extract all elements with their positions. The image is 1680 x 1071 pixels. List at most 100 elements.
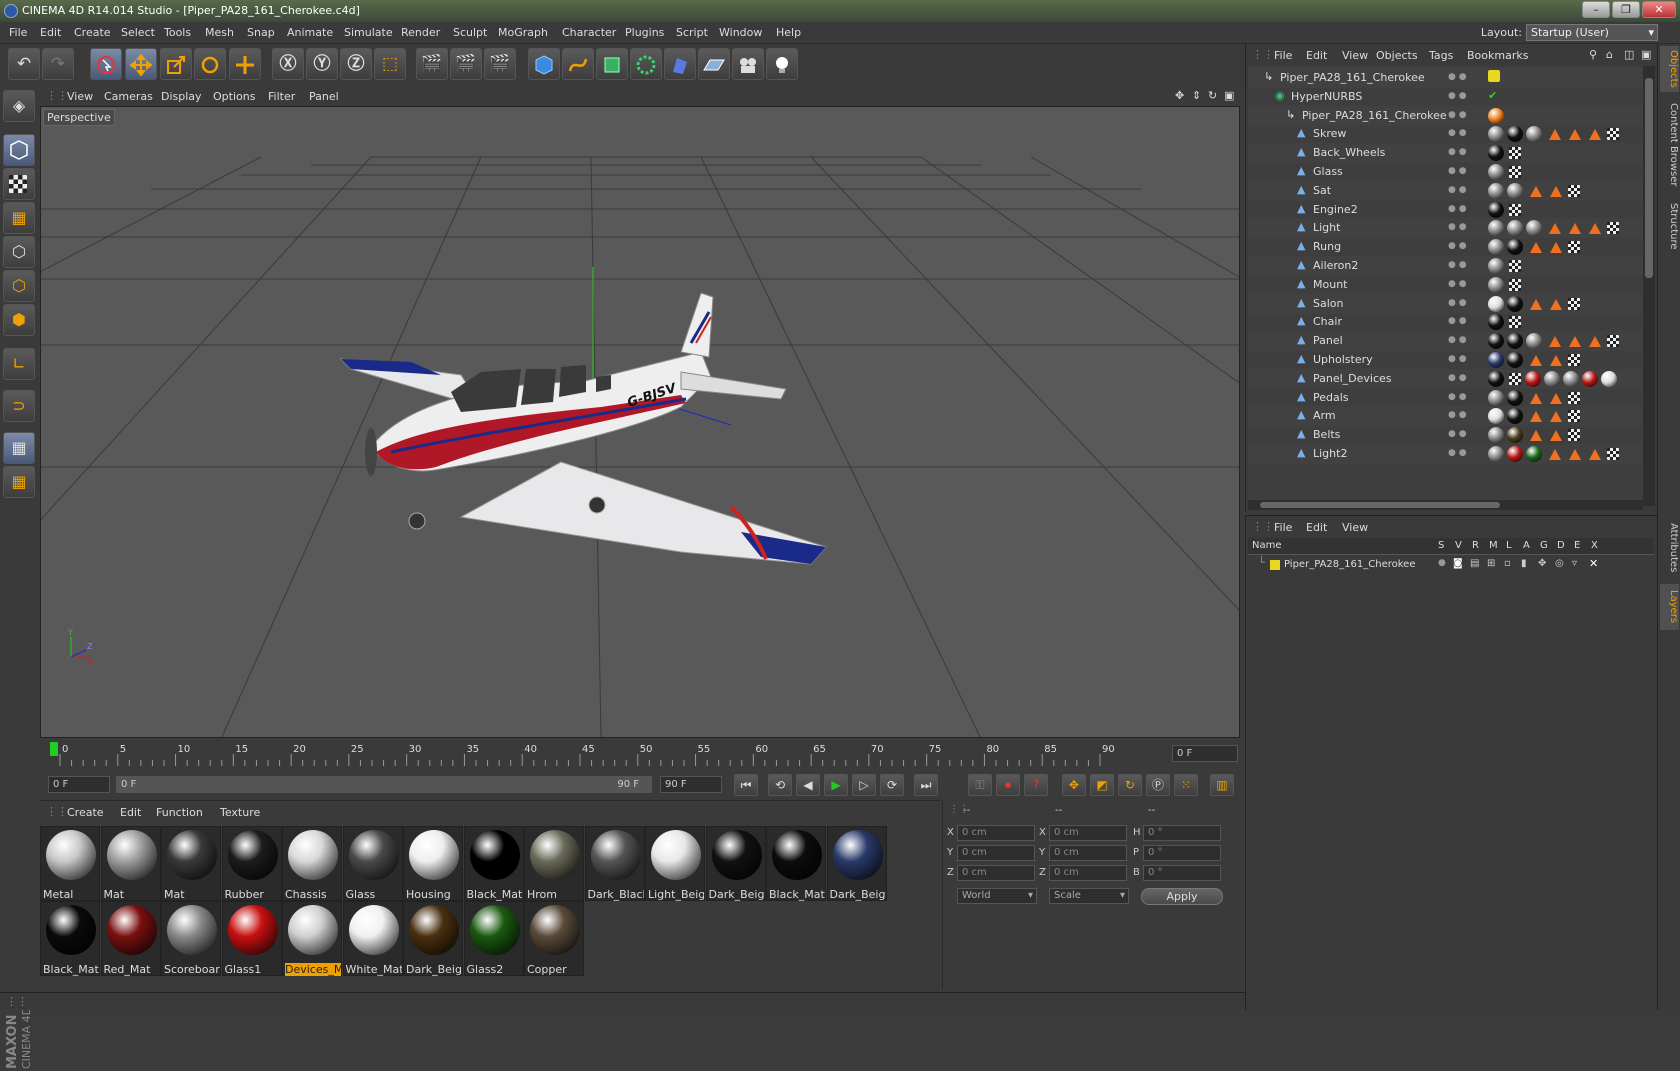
material-tag-icon[interactable] — [1507, 239, 1523, 256]
edges-mode-button[interactable]: ⬡ — [3, 270, 35, 302]
material-tag-icon[interactable] — [1526, 333, 1542, 350]
material-swatch[interactable]: Devices_Ma — [282, 901, 342, 976]
objects-menu-edit[interactable]: Edit — [1306, 49, 1327, 62]
key-position-button[interactable]: ✥ — [1062, 774, 1086, 796]
layer-manager-icon[interactable]: ⊞ — [1487, 558, 1495, 569]
phong-tag-icon[interactable] — [1530, 185, 1542, 197]
material-tag-icon[interactable] — [1488, 408, 1504, 425]
visibility-dots-icon[interactable]: ● ● — [1448, 204, 1474, 216]
material-tag-icon[interactable] — [1488, 276, 1504, 293]
material-tag-icon[interactable] — [1563, 370, 1579, 387]
object-row[interactable]: ▲ Rung ● ● — [1248, 237, 1643, 257]
viewport-menu-filter[interactable]: Filter — [268, 90, 295, 103]
material-tag-icon[interactable] — [1488, 201, 1504, 218]
object-row[interactable]: ▲ Light ● ● — [1248, 218, 1643, 239]
play-button[interactable]: ▶ — [824, 774, 848, 796]
layers-menu-edit[interactable]: Edit — [1306, 521, 1327, 534]
keyframe-selection-button[interactable]: ? — [1024, 774, 1048, 796]
menu-render[interactable]: Render — [401, 26, 440, 39]
layer-col-render[interactable]: R — [1472, 540, 1479, 551]
visibility-dots-icon[interactable]: ● ● — [1448, 72, 1474, 84]
phong-tag-icon[interactable] — [1530, 430, 1542, 442]
uvw-tag-icon[interactable] — [1607, 222, 1619, 235]
home-icon[interactable]: ⌂ — [1606, 48, 1613, 61]
uvw-tag-icon[interactable] — [1509, 147, 1521, 160]
layer-lock-icon[interactable]: ▫ — [1504, 558, 1511, 569]
phong-tag-icon[interactable] — [1589, 129, 1601, 141]
material-swatch[interactable]: Glass1 — [221, 901, 282, 976]
object-tree-hscrollbar[interactable] — [1248, 500, 1643, 510]
go-to-start-button[interactable]: ⏮ — [734, 774, 758, 796]
timeline-ruler[interactable]: 0 5 10 15 20 25 30 35 40 45 50 55 60 65 70 75 80 85 90 0 F — [40, 740, 1240, 770]
object-name[interactable]: Arm — [1313, 409, 1336, 422]
visibility-dots-icon[interactable]: ● ● — [1448, 373, 1474, 385]
add-nurbs-button[interactable] — [596, 48, 628, 80]
add-scene-button[interactable] — [698, 48, 730, 80]
tab-layers[interactable]: Layers — [1660, 584, 1679, 630]
object-name[interactable]: Piper_PA28_161_Cherokee — [1302, 109, 1447, 122]
object-row[interactable]: ▲ Arm ● ● — [1248, 406, 1643, 427]
uvw-tag-icon[interactable] — [1607, 335, 1619, 348]
objects-menu-file[interactable]: File — [1274, 49, 1292, 62]
material-tag-icon[interactable] — [1488, 352, 1504, 368]
material-tag-icon[interactable] — [1488, 446, 1504, 462]
material-swatch[interactable]: Glass — [342, 826, 403, 901]
material-swatch[interactable]: Chassis — [282, 826, 342, 901]
layer-col-generators[interactable]: G — [1540, 540, 1548, 551]
material-tag-icon[interactable] — [1507, 389, 1523, 406]
phong-tag-icon[interactable] — [1550, 242, 1562, 254]
position-field[interactable]: 0 cm — [957, 825, 1035, 841]
record-keys-button[interactable]: ⚿ — [968, 774, 992, 796]
layer-col-locked[interactable]: L — [1506, 540, 1512, 551]
snap-button[interactable]: ⊃ — [3, 390, 35, 422]
material-tag-icon[interactable] — [1488, 164, 1504, 180]
enabled-check-icon[interactable]: ✔ — [1488, 89, 1504, 105]
uvw-tag-icon[interactable] — [1509, 166, 1521, 178]
model-mode-button[interactable] — [3, 134, 35, 166]
menu-select[interactable]: Select — [121, 26, 155, 39]
phong-tag-icon[interactable] — [1589, 449, 1601, 460]
object-tree-vscrollbar[interactable] — [1643, 66, 1655, 506]
material-tag-icon[interactable] — [1488, 389, 1504, 406]
render-settings-button[interactable]: 🎬 — [484, 48, 516, 80]
key-scale-button[interactable]: ◩ — [1090, 774, 1114, 796]
phong-tag-icon[interactable] — [1549, 336, 1561, 348]
material-tag-icon[interactable] — [1488, 126, 1504, 143]
size-field[interactable]: 0 cm — [1049, 825, 1127, 841]
material-menu-function[interactable]: Function — [156, 806, 203, 819]
add-camera-button[interactable] — [732, 48, 764, 80]
material-tag-icon[interactable] — [1526, 220, 1542, 237]
layer-col-view[interactable]: V — [1455, 540, 1462, 551]
key-pla-button[interactable]: ⁙ — [1174, 774, 1198, 796]
viewport-menu-display[interactable]: Display — [161, 90, 202, 103]
uvw-tag-icon[interactable] — [1568, 184, 1580, 197]
prev-key-button[interactable]: ⟲ — [768, 774, 792, 796]
workplane-mode-button[interactable]: ▦ — [3, 202, 35, 234]
object-row[interactable]: ▲ Sat ● ● — [1248, 180, 1643, 201]
visibility-dots-icon[interactable]: ● ● — [1448, 260, 1474, 272]
rotate-button[interactable] — [194, 48, 226, 80]
tab-content-browser[interactable]: Content Browser — [1660, 96, 1679, 194]
object-name[interactable]: Panel — [1313, 334, 1343, 347]
object-name[interactable]: Belts — [1313, 428, 1340, 441]
material-swatch[interactable]: Dark_Beige — [826, 826, 887, 901]
menu-mograph[interactable]: MoGraph — [498, 26, 548, 39]
recent-tool-button[interactable] — [229, 48, 261, 80]
layer-col-animation[interactable]: A — [1523, 540, 1530, 551]
make-editable-button[interactable]: ◈ — [3, 90, 35, 122]
layer-animation-icon[interactable]: ▮ — [1521, 558, 1527, 569]
uvw-tag-icon[interactable] — [1568, 391, 1580, 404]
object-name[interactable]: Salon — [1313, 297, 1343, 310]
key-rotation-button[interactable]: ↻ — [1118, 774, 1142, 796]
position-field[interactable]: 0 cm — [957, 865, 1035, 881]
object-name[interactable]: Mount — [1313, 278, 1347, 291]
material-tag-icon[interactable] — [1507, 408, 1523, 425]
pan-view-icon[interactable]: ✥ — [1175, 89, 1184, 102]
phong-tag-icon[interactable] — [1550, 392, 1562, 404]
phong-tag-icon[interactable] — [1550, 411, 1562, 423]
uvw-tag-icon[interactable] — [1568, 429, 1580, 442]
menu-help[interactable]: Help — [776, 26, 801, 39]
object-name[interactable]: Glass — [1313, 165, 1343, 178]
object-row[interactable]: ◉ HyperNURBS ● ● ✔ — [1248, 87, 1643, 107]
objects-menu-bookmarks[interactable]: Bookmarks — [1467, 49, 1528, 62]
